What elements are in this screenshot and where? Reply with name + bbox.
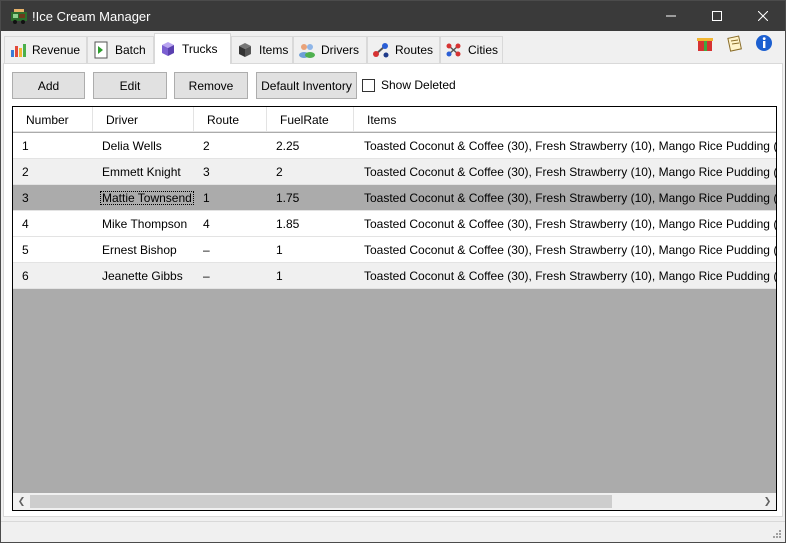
cell-items: Toasted Coconut & Coffee (30), Fresh Str… (364, 190, 776, 205)
cell-route: 1 (203, 190, 210, 205)
column-header-number[interactable]: Number (13, 107, 93, 132)
maximize-icon (712, 11, 722, 21)
tab-trucks[interactable]: Trucks (154, 33, 231, 64)
tab-items[interactable]: Items (231, 36, 293, 63)
people-icon (299, 44, 315, 58)
cell-items: Toasted Coconut & Coffee (30), Fresh Str… (364, 268, 776, 283)
cell-driver: Emmett Knight (102, 164, 181, 179)
routes-icon (373, 43, 389, 58)
status-bar (1, 521, 785, 542)
scroll-right-icon[interactable]: ❯ (759, 493, 776, 510)
show-deleted-checkbox[interactable]: Show Deleted (362, 78, 456, 92)
cell-number: 3 (22, 190, 29, 205)
table-row-selected[interactable]: 3 Mattie Townsend 1 1.75 Toasted Coconut… (13, 185, 776, 211)
cell-fuelrate: 2.25 (276, 138, 300, 153)
cell-driver: Delia Wells (102, 138, 162, 153)
table-row[interactable]: 2 Emmett Knight 3 2 Toasted Coconut & Co… (13, 159, 776, 185)
cell-items: Toasted Coconut & Coffee (30), Fresh Str… (364, 138, 776, 153)
minimize-button[interactable] (648, 1, 694, 31)
scroll-left-icon[interactable]: ❮ (13, 493, 30, 510)
cell-driver: Jeanette Gibbs (102, 268, 183, 283)
cell-driver: Mike Thompson (102, 216, 188, 231)
chart-icon (11, 44, 26, 57)
tab-routes[interactable]: Routes (367, 36, 440, 63)
gift-icon[interactable] (696, 34, 714, 52)
table-row[interactable]: 5 Ernest Bishop – 1 Toasted Coconut & Co… (13, 237, 776, 263)
maximize-button[interactable] (694, 1, 740, 31)
cell-number: 1 (22, 138, 29, 153)
tab-strip: Revenue Batch Trucks Items Drivers Route… (1, 31, 785, 64)
column-header-items[interactable]: Items (354, 107, 776, 132)
close-button[interactable] (740, 1, 786, 31)
horizontal-scrollbar[interactable]: ❮ ❯ (13, 493, 776, 510)
cell-route: – (203, 242, 210, 257)
title-bar[interactable]: !Ice Cream Manager (1, 1, 785, 31)
cell-driver: Ernest Bishop (102, 242, 177, 257)
cell-route: 3 (203, 164, 210, 179)
cell-route: 4 (203, 216, 210, 231)
tab-cities[interactable]: Cities (440, 36, 503, 63)
cell-number: 2 (22, 164, 29, 179)
batch-icon (94, 41, 108, 59)
show-deleted-label: Show Deleted (381, 78, 456, 92)
checkbox-box[interactable] (362, 78, 375, 92)
column-header-route[interactable]: Route (194, 107, 267, 132)
cell-fuelrate: 2 (276, 164, 283, 179)
add-button[interactable]: Add (12, 72, 85, 99)
cell-number: 5 (22, 242, 29, 257)
ice-cream-truck-icon (11, 9, 27, 24)
info-icon[interactable] (755, 34, 773, 52)
resize-grip-icon[interactable] (772, 529, 782, 539)
cell-number: 6 (22, 268, 29, 283)
grid-header: Number Driver Route FuelRate Items (13, 107, 776, 132)
cell-route: 2 (203, 138, 210, 153)
cell-fuelrate: 1 (276, 268, 283, 283)
cell-route: – (203, 268, 210, 283)
remove-button[interactable]: Remove (174, 72, 248, 99)
trucks-panel: Add Edit Remove Default Inventory Show D… (3, 63, 783, 517)
notepad-icon[interactable] (726, 34, 744, 52)
cube-icon (239, 43, 251, 57)
tab-batch[interactable]: Batch (87, 36, 154, 63)
table-row[interactable]: 6 Jeanette Gibbs – 1 Toasted Coconut & C… (13, 263, 776, 289)
tab-drivers[interactable]: Drivers (293, 36, 367, 63)
tab-revenue[interactable]: Revenue (4, 36, 87, 63)
cell-items: Toasted Coconut & Coffee (30), Fresh Str… (364, 216, 776, 231)
trucks-grid[interactable]: Number Driver Route FuelRate Items 1 Del… (12, 106, 777, 511)
cities-icon (446, 43, 461, 57)
table-row[interactable]: 4 Mike Thompson 4 1.85 Toasted Coconut &… (13, 211, 776, 237)
cell-items: Toasted Coconut & Coffee (30), Fresh Str… (364, 164, 776, 179)
cell-number: 4 (22, 216, 29, 231)
cell-items: Toasted Coconut & Coffee (30), Fresh Str… (364, 242, 776, 257)
close-icon (758, 11, 768, 21)
cell-driver: Mattie Townsend (100, 185, 194, 210)
column-header-fuelrate[interactable]: FuelRate (267, 107, 354, 132)
app-window: !Ice Cream Manager Revenue Batch Trucks … (0, 0, 786, 543)
window-title: !Ice Cream Manager (32, 9, 151, 24)
cell-fuelrate: 1.85 (276, 216, 300, 231)
table-row[interactable]: 1 Delia Wells 2 2.25 Toasted Coconut & C… (13, 133, 776, 159)
default-inventory-button[interactable]: Default Inventory (256, 72, 357, 99)
cell-fuelrate: 1.75 (276, 190, 300, 205)
scroll-thumb[interactable] (30, 495, 612, 508)
column-header-driver[interactable]: Driver (93, 107, 194, 132)
cell-fuelrate: 1 (276, 242, 283, 257)
focused-cell-text: Mattie Townsend (100, 190, 194, 205)
edit-button[interactable]: Edit (93, 72, 167, 99)
truck-icon (162, 42, 174, 56)
minimize-icon (666, 15, 676, 17)
